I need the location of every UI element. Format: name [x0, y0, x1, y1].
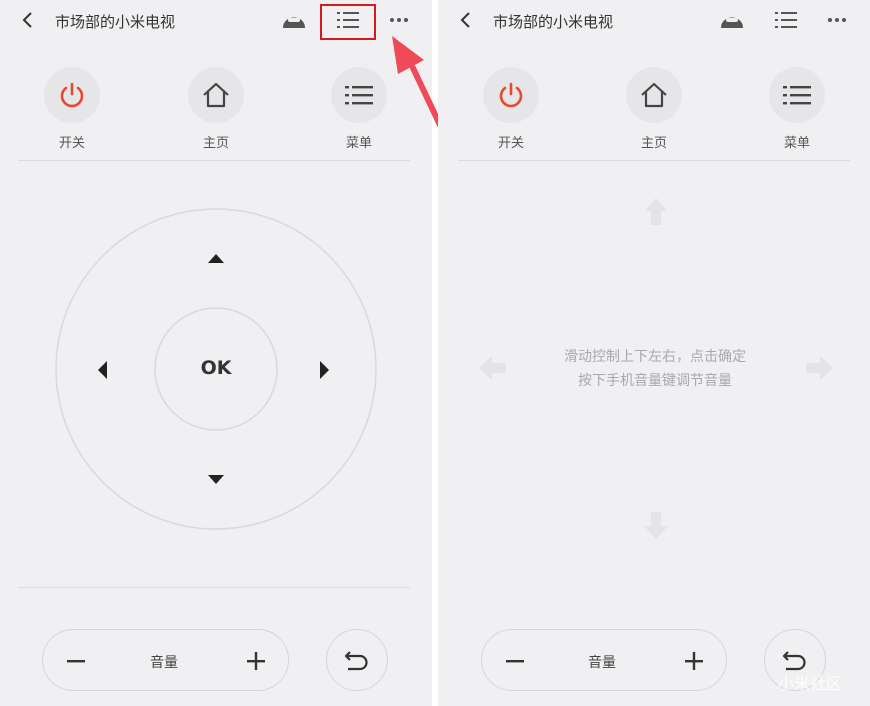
divider-bottom — [18, 587, 410, 588]
touch-arrow-down-icon — [644, 512, 668, 539]
power-button[interactable] — [483, 67, 539, 123]
home-button[interactable] — [188, 67, 244, 123]
menu-icon — [783, 86, 811, 105]
touchpad-hint-line1: 滑动控制上下左右，点击确定 — [564, 349, 746, 365]
arrow-right-icon — [320, 361, 329, 379]
home-icon — [203, 82, 229, 108]
back-icon — [22, 12, 32, 28]
menu-button[interactable] — [331, 67, 387, 123]
remote-touchpad-panel: 市场部的小米电视 开关 主页 菜单 滑动控制上下左右，点击确定 按下手机音量键调… — [438, 0, 870, 706]
page-title: 市场部的小米电视 — [55, 13, 176, 31]
return-button[interactable] — [326, 629, 388, 691]
power-label: 开关 — [497, 136, 524, 151]
ok-button[interactable]: OK — [156, 308, 276, 428]
power-label: 开关 — [58, 136, 85, 151]
more-button[interactable] — [389, 12, 409, 28]
menu-button[interactable] — [769, 67, 825, 123]
plus-icon — [685, 652, 703, 670]
ok-label: OK — [200, 357, 232, 379]
remote-icon — [283, 17, 305, 28]
back-button[interactable] — [16, 8, 40, 32]
arrow-left-icon — [98, 361, 107, 379]
menu-label: 菜单 — [783, 136, 810, 151]
touch-arrow-up-icon — [644, 198, 668, 225]
minus-icon — [506, 660, 524, 663]
volume-up-button[interactable] — [680, 649, 708, 673]
home-button[interactable] — [626, 67, 682, 123]
home-label: 主页 — [202, 136, 229, 151]
power-icon — [499, 82, 523, 108]
touchpad-hint: 滑动控制上下左右，点击确定 按下手机音量键调节音量 — [525, 345, 785, 393]
dpad-right-button[interactable] — [313, 355, 337, 385]
list-icon — [775, 12, 797, 28]
highlight-box — [320, 4, 376, 40]
touchpad-hint-line2: 按下手机音量键调节音量 — [578, 373, 732, 389]
home-label: 主页 — [640, 136, 667, 151]
plus-icon — [247, 652, 265, 670]
menu-label: 菜单 — [345, 136, 372, 151]
volume-up-button[interactable] — [242, 649, 270, 673]
menu-icon — [345, 86, 373, 105]
return-icon — [344, 651, 368, 671]
remote-dpad-panel: 市场部的小米电视 开关 主页 菜单 OK 音量 — [0, 0, 432, 706]
back-icon — [460, 12, 470, 28]
divider-top — [18, 160, 410, 161]
volume-label: 音量 — [150, 655, 178, 671]
more-icon — [390, 18, 408, 22]
back-button[interactable] — [454, 8, 478, 32]
annotation-arrow-icon — [392, 36, 443, 128]
more-icon — [828, 18, 846, 22]
volume-label: 音量 — [588, 655, 616, 671]
volume-down-button[interactable] — [501, 649, 529, 673]
list-view-button[interactable] — [774, 9, 798, 31]
watermark: 小米社区 — [778, 674, 843, 693]
remote-mode-button[interactable] — [281, 8, 307, 32]
touch-arrow-right-icon — [806, 356, 833, 380]
dpad-down-button[interactable] — [201, 468, 231, 492]
home-icon — [641, 82, 667, 108]
power-button[interactable] — [44, 67, 100, 123]
dpad-up-button[interactable] — [201, 246, 231, 270]
minus-icon — [67, 660, 85, 663]
remote-mode-button[interactable] — [719, 8, 745, 32]
volume-down-button[interactable] — [62, 649, 90, 673]
divider-top — [458, 160, 850, 161]
dpad-left-button[interactable] — [90, 355, 114, 385]
arrow-up-icon — [208, 254, 224, 263]
more-button[interactable] — [827, 12, 847, 28]
page-title: 市场部的小米电视 — [493, 13, 614, 31]
power-icon — [60, 82, 84, 108]
remote-icon — [721, 17, 743, 28]
touch-arrow-left-icon — [479, 356, 506, 380]
arrow-down-icon — [208, 475, 224, 484]
